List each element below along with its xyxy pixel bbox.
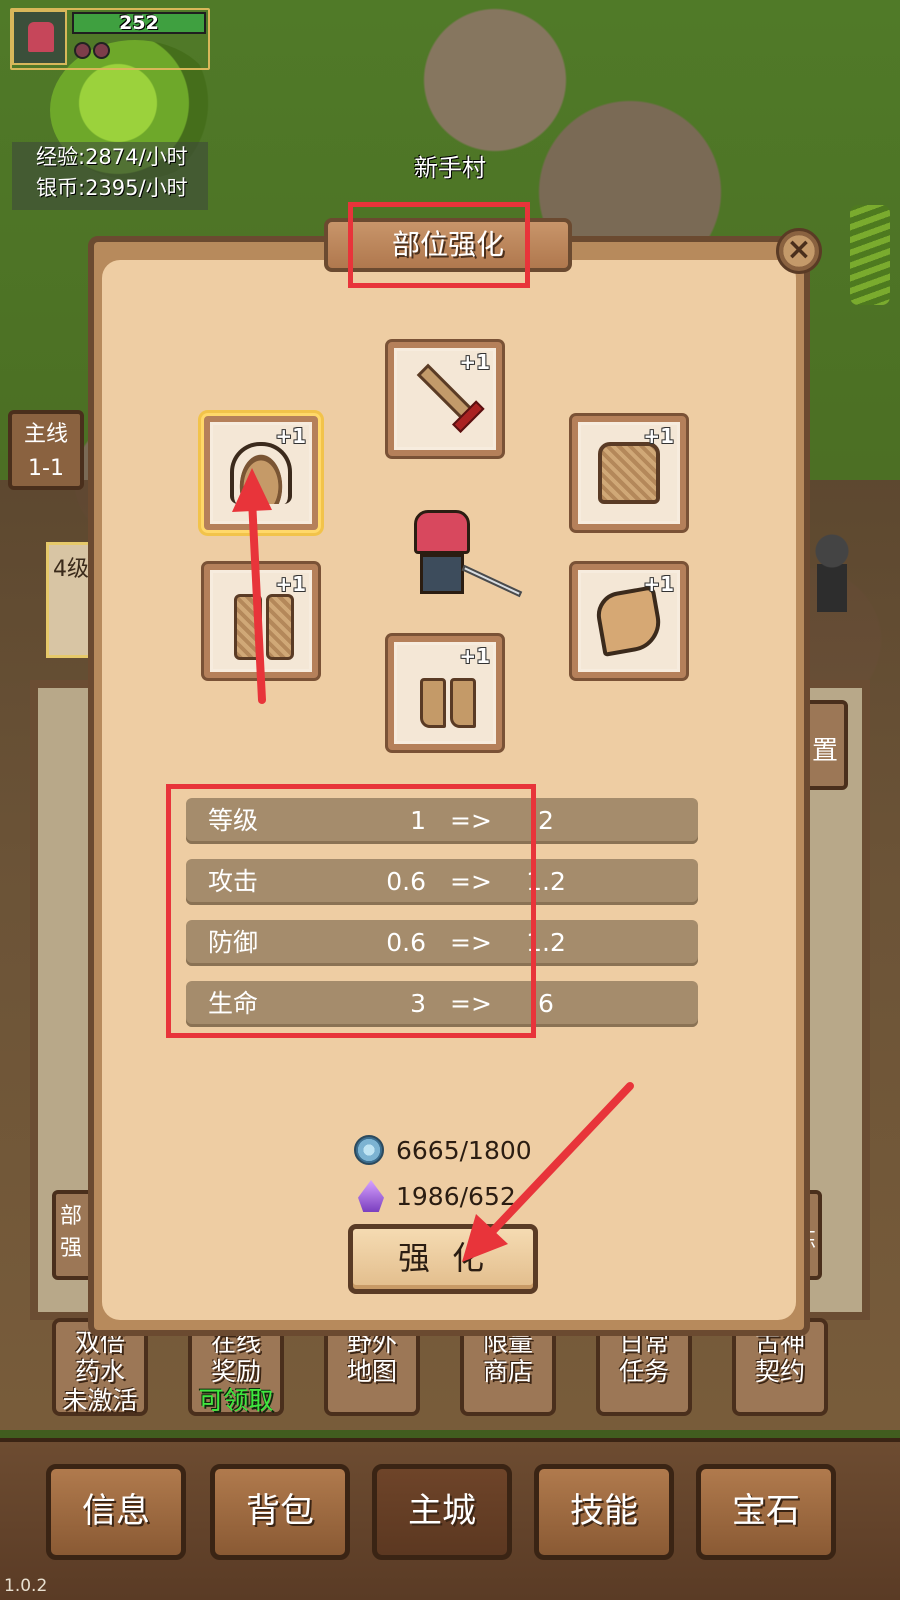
annotation-arrows [232, 468, 634, 1262]
arrow-to-helmet [232, 468, 272, 704]
arrow-to-enhance-button [462, 1082, 634, 1262]
